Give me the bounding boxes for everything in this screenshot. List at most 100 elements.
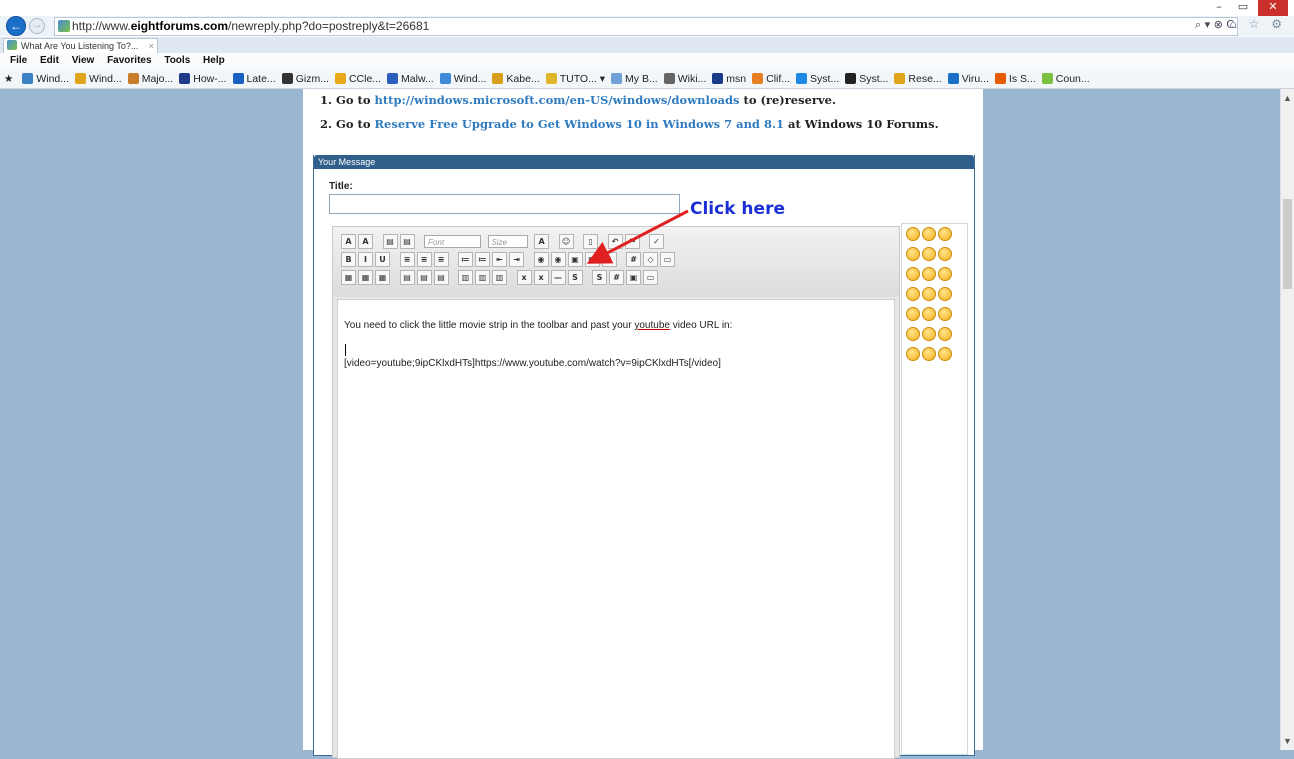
message-editor[interactable]: You need to click the little movie strip… [337, 299, 895, 759]
home-favorites-tools-icons[interactable]: ⌂ ☆ ⚙ [1229, 17, 1286, 31]
favorite-item[interactable]: Malw... [387, 70, 434, 88]
favorite-item[interactable]: Gizm... [281, 70, 329, 88]
smiley-icon[interactable] [938, 267, 952, 281]
table-col-button[interactable]: ▦ [375, 270, 390, 285]
smiley-icon[interactable] [938, 347, 952, 361]
align-left-button[interactable]: ≡ [399, 252, 415, 267]
smiley-icon[interactable] [922, 247, 936, 261]
smiley-icon[interactable] [922, 227, 936, 241]
favorite-item[interactable]: TUTO... ▾ [545, 70, 605, 88]
favorite-icon [712, 73, 724, 84]
favorite-item[interactable]: CCle... [334, 70, 381, 88]
smiley-icon[interactable] [938, 227, 952, 241]
superscript-button[interactable]: x [533, 270, 549, 285]
menu-favorites[interactable]: Favorites [107, 53, 151, 68]
align-center-button[interactable]: ≡ [416, 252, 432, 267]
scroll-down-icon[interactable]: ▼ [1283, 736, 1292, 746]
smiley-icon[interactable] [906, 227, 920, 241]
hr-button[interactable]: — [550, 270, 566, 285]
favorite-item[interactable]: Syst... [845, 70, 888, 88]
smiley-icon[interactable] [938, 307, 952, 321]
menu-file[interactable]: File [10, 53, 27, 68]
favorite-item[interactable]: Wind... [75, 70, 122, 88]
reserve-upgrade-link[interactable]: Reserve Free Upgrade to Get Windows 10 i… [375, 117, 784, 131]
favorites-star-icon[interactable]: ★ [4, 70, 13, 88]
favorite-item[interactable]: Kabe... [492, 70, 540, 88]
unordered-list-button[interactable]: ≔ [475, 252, 491, 267]
align-right-button[interactable]: ≡ [433, 252, 449, 267]
smiley-icon[interactable] [906, 267, 920, 281]
switch-mode-button[interactable]: A [358, 234, 373, 249]
restore-button[interactable]: ▭ [1232, 0, 1254, 16]
table-button[interactable]: ▦ [341, 270, 356, 285]
smiley-icon[interactable] [922, 327, 936, 341]
bold-button[interactable]: B [341, 252, 356, 267]
downloads-link[interactable]: http://windows.microsoft.com/en-US/windo… [375, 93, 740, 107]
favorite-item[interactable]: Is S... [994, 70, 1036, 88]
table-row-button[interactable]: ▦ [358, 270, 373, 285]
smiley-icon[interactable] [906, 287, 920, 301]
smiley-icon[interactable] [922, 267, 936, 281]
favorite-item[interactable]: Majo... [127, 70, 173, 88]
smiley-icon[interactable] [922, 307, 936, 321]
favorite-item[interactable]: Wind... [22, 70, 69, 88]
favorite-item[interactable]: Wind... [439, 70, 486, 88]
tab-active[interactable]: What Are You Listening To?... × [3, 38, 158, 53]
delete-col-button[interactable]: ▥ [492, 270, 508, 285]
paste-button[interactable]: ▤ [382, 234, 398, 249]
menu-edit[interactable]: Edit [40, 53, 59, 68]
paste-text-button[interactable]: ▤ [399, 234, 415, 249]
favorite-item[interactable]: Wiki... [663, 70, 706, 88]
menu-help[interactable]: Help [203, 53, 225, 68]
smiley-icon[interactable] [938, 327, 952, 341]
menu-view[interactable]: View [72, 53, 95, 68]
favorite-item[interactable]: How-... [179, 70, 227, 88]
font-select[interactable]: Font [424, 235, 482, 248]
favorite-item[interactable]: Late... [232, 70, 276, 88]
ordered-list-button[interactable]: ≔ [458, 252, 474, 267]
favorite-item[interactable]: msn [712, 70, 746, 88]
insert-col-left-button[interactable]: ▥ [458, 270, 474, 285]
smiley-icon[interactable] [906, 347, 920, 361]
page-scrollbar[interactable]: ▲ ▼ [1280, 89, 1294, 750]
italic-button[interactable]: I [358, 252, 373, 267]
insert-row-below-button[interactable]: ▤ [416, 270, 432, 285]
insert-row-above-button[interactable]: ▤ [399, 270, 415, 285]
delete-row-button[interactable]: ▤ [433, 270, 449, 285]
favorite-item[interactable]: Viru... [947, 70, 989, 88]
smiley-icon[interactable] [922, 347, 936, 361]
text-color-button[interactable]: A [534, 234, 550, 249]
outdent-button[interactable]: ⇤ [492, 252, 508, 267]
favorite-item[interactable]: Coun... [1041, 70, 1090, 88]
smiley-icon[interactable] [906, 247, 920, 261]
insert-col-right-button[interactable]: ▥ [475, 270, 491, 285]
favorite-item[interactable]: My B... [611, 70, 658, 88]
unlink-button[interactable]: ◉ [550, 252, 566, 267]
smiley-icon[interactable] [938, 247, 952, 261]
forward-button[interactable]: → [29, 18, 45, 34]
scroll-up-icon[interactable]: ▲ [1283, 93, 1292, 103]
smiley-icon[interactable] [906, 307, 920, 321]
tab-close-icon[interactable]: × [149, 39, 154, 53]
underline-button[interactable]: U [375, 252, 390, 267]
favorite-item[interactable]: Rese... [894, 70, 942, 88]
link-button[interactable]: ◉ [533, 252, 549, 267]
favorite-item[interactable]: Syst... [796, 70, 839, 88]
address-bar[interactable]: http://www.eightforums.com/newreply.php?… [54, 17, 1238, 36]
size-select[interactable]: Size [487, 235, 528, 248]
favorite-item[interactable]: Clif... [752, 70, 790, 88]
address-tools[interactable]: ⌕ ▾ ⊗ C [1195, 18, 1234, 32]
subscript-button[interactable]: x [516, 270, 532, 285]
smiley-icon[interactable] [938, 287, 952, 301]
favorite-icon [492, 73, 504, 84]
back-button[interactable]: ← [6, 16, 26, 36]
text-caret [345, 344, 346, 356]
close-window-button[interactable]: ✕ [1258, 0, 1288, 16]
remove-format-button[interactable]: A [341, 234, 356, 249]
indent-button[interactable]: ⇥ [509, 252, 525, 267]
smiley-icon[interactable] [906, 327, 920, 341]
smiley-icon[interactable] [922, 287, 936, 301]
scroll-thumb[interactable] [1283, 199, 1292, 289]
minimize-button[interactable]: – [1208, 0, 1230, 16]
menu-tools[interactable]: Tools [164, 53, 190, 68]
